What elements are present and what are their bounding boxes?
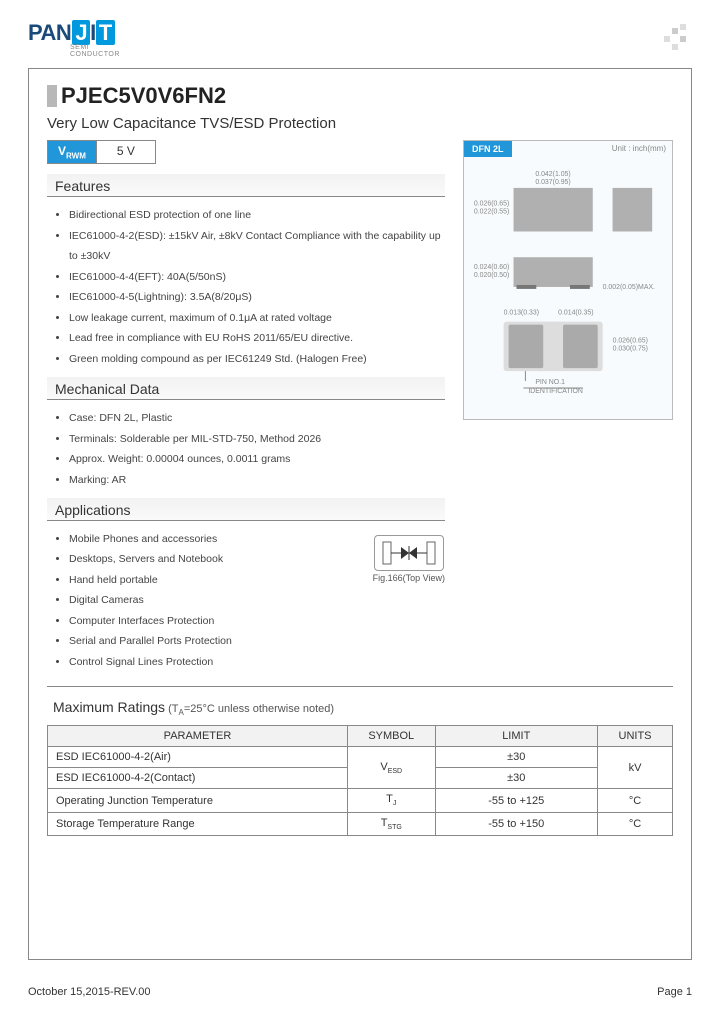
left-column: VRWM 5 V Features Bidirectional ESD prot… [47, 140, 445, 680]
table-header-row: PARAMETER SYMBOL LIMIT UNITS [48, 726, 673, 747]
package-name: DFN 2L [464, 141, 512, 157]
package-unit: Unit : inch(mm) [512, 141, 673, 157]
cell-param: ESD IEC61000-4-2(Contact) [48, 768, 348, 789]
vrwm-badge: VRWM 5 V [47, 140, 445, 164]
list-item: Green molding compound as per IEC61249 S… [69, 349, 445, 369]
svg-text:PIN NO.1: PIN NO.1 [535, 379, 565, 386]
list-item: Control Signal Lines Protection [69, 652, 353, 672]
vrwm-label: VRWM [47, 140, 97, 164]
list-item: Desktops, Servers and Notebook [69, 549, 353, 569]
list-item: Low leakage current, maximum of 0.1μA at… [69, 308, 445, 328]
mechanical-heading: Mechanical Data [47, 377, 445, 400]
list-item: Computer Interfaces Protection [69, 611, 353, 631]
svg-text:0.026(0.65): 0.026(0.65) [613, 337, 648, 344]
cell-units: °C [598, 789, 673, 812]
header-decoration-icon [642, 24, 692, 54]
list-item: Lead free in compliance with EU RoHS 201… [69, 328, 445, 348]
logo-pan: PAN [28, 20, 71, 45]
list-item: Hand held portable [69, 570, 353, 590]
svg-text:0.037(0.95): 0.037(0.95) [535, 179, 570, 186]
cell-units: °C [598, 812, 673, 835]
list-item: Terminals: Solderable per MIL-STD-750, M… [69, 429, 445, 449]
svg-text:0.026(0.65): 0.026(0.65) [474, 201, 509, 208]
cell-units: kV [598, 747, 673, 789]
svg-text:0.002(0.05)MAX.: 0.002(0.05)MAX. [603, 284, 655, 291]
page-footer: October 15,2015-REV.00 Page 1 [28, 986, 692, 998]
svg-text:0.042(1.05): 0.042(1.05) [535, 171, 570, 178]
part-number: PJEC5V0V6FN2 [47, 83, 673, 109]
tvs-diode-icon [374, 535, 444, 571]
svg-text:0.020(0.50): 0.020(0.50) [474, 272, 509, 279]
cell-symbol: TJ [348, 789, 436, 812]
features-heading: Features [47, 174, 445, 197]
cell-symbol: TSTG [348, 812, 436, 835]
part-subtitle: Very Low Capacitance TVS/ESD Protection [47, 115, 673, 132]
cell-limit: -55 to +150 [435, 812, 598, 835]
max-ratings-table: PARAMETER SYMBOL LIMIT UNITS ESD IEC6100… [47, 725, 673, 835]
revision-date: October 15,2015-REV.00 [28, 986, 151, 998]
applications-list: Mobile Phones and accessories Desktops, … [47, 529, 353, 672]
list-item: IEC61000-4-4(EFT): 40A(5/50nS) [69, 267, 445, 287]
logo-subtitle: SEMICONDUCTOR [70, 44, 120, 58]
svg-text:0.013(0.33): 0.013(0.33) [504, 310, 539, 317]
max-ratings-heading: Maximum Ratings (TA=25°C unless otherwis… [53, 699, 673, 717]
logo-t: T [96, 20, 115, 45]
svg-text:0.014(0.35): 0.014(0.35) [558, 310, 593, 317]
cell-limit: ±30 [435, 768, 598, 789]
cell-limit: ±30 [435, 747, 598, 768]
right-column: DFN 2L Unit : inch(mm) 0.042(1.05) 0.037… [463, 140, 673, 680]
list-item: Digital Cameras [69, 590, 353, 610]
col-symbol: SYMBOL [348, 726, 436, 747]
package-drawing: DFN 2L Unit : inch(mm) 0.042(1.05) 0.037… [463, 140, 673, 420]
svg-text:0.024(0.60): 0.024(0.60) [474, 264, 509, 271]
features-list: Bidirectional ESD protection of one line… [47, 205, 445, 369]
vrwm-value: 5 V [97, 140, 156, 164]
top-view-figure: Fig.166(Top View) [373, 535, 445, 583]
col-parameter: PARAMETER [48, 726, 348, 747]
figure-caption: Fig.166(Top View) [373, 573, 445, 583]
list-item: Serial and Parallel Ports Protection [69, 631, 353, 651]
list-item: IEC61000-4-5(Lightning): 3.5A(8/20μS) [69, 287, 445, 307]
col-limit: LIMIT [435, 726, 598, 747]
package-outline-icon: 0.042(1.05) 0.037(0.95) 0.026(0.65) 0.02… [464, 157, 672, 407]
page-number: Page 1 [657, 986, 692, 998]
page-header: PANJIT SEMICONDUCTOR [28, 20, 692, 58]
cell-symbol: VESD [348, 747, 436, 789]
cell-param: Storage Temperature Range [48, 812, 348, 835]
logo-i: I [90, 20, 96, 45]
table-row: Storage Temperature Range TSTG -55 to +1… [48, 812, 673, 835]
logo-j: J [72, 20, 90, 45]
list-item: Case: DFN 2L, Plastic [69, 408, 445, 428]
company-logo: PANJIT SEMICONDUCTOR [28, 20, 120, 58]
datasheet-page: PANJIT SEMICONDUCTOR PJEC5V0V6FN2 Very L… [0, 0, 720, 1012]
cell-limit: -55 to +125 [435, 789, 598, 812]
mechanical-list: Case: DFN 2L, Plastic Terminals: Soldera… [47, 408, 445, 490]
list-item: Approx. Weight: 0.00004 ounces, 0.0011 g… [69, 449, 445, 469]
cell-param: ESD IEC61000-4-2(Air) [48, 747, 348, 768]
table-row: Operating Junction Temperature TJ -55 to… [48, 789, 673, 812]
cell-param: Operating Junction Temperature [48, 789, 348, 812]
svg-text:IDENTIFICATION: IDENTIFICATION [528, 388, 582, 395]
list-item: Marking: AR [69, 470, 445, 490]
svg-text:0.022(0.55): 0.022(0.55) [474, 209, 509, 216]
applications-heading: Applications [47, 498, 445, 521]
list-item: Mobile Phones and accessories [69, 529, 353, 549]
col-units: UNITS [598, 726, 673, 747]
content-frame: PJEC5V0V6FN2 Very Low Capacitance TVS/ES… [28, 68, 692, 960]
list-item: Bidirectional ESD protection of one line [69, 205, 445, 225]
list-item: IEC61000-4-2(ESD): ±15kV Air, ±8kV Conta… [69, 226, 445, 267]
table-row: ESD IEC61000-4-2(Air) VESD ±30 kV [48, 747, 673, 768]
svg-text:0.030(0.75): 0.030(0.75) [613, 345, 648, 352]
